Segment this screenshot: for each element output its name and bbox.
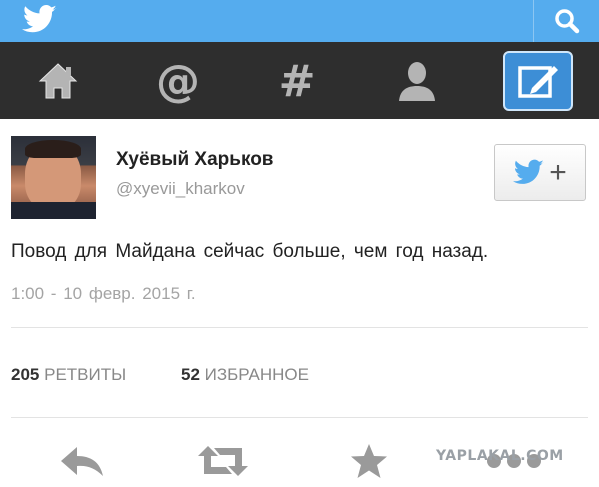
- author-handle[interactable]: @xyevii_kharkov: [116, 179, 245, 199]
- reply-button[interactable]: [52, 436, 112, 486]
- follow-plus: +: [549, 155, 567, 189]
- retweets-stat[interactable]: 205 РЕТВИТЫ: [11, 365, 126, 385]
- nav-discover[interactable]: #: [266, 52, 328, 110]
- favorites-count: 52: [181, 365, 200, 384]
- watermark: YAPLAKAL.COM: [436, 448, 564, 464]
- nav-profile[interactable]: [386, 52, 448, 110]
- follow-button[interactable]: +: [494, 144, 586, 201]
- nav-bar: @ #: [0, 42, 599, 119]
- divider: [11, 417, 588, 418]
- favorites-stat[interactable]: 52 ИЗБРАННОЕ: [181, 365, 309, 385]
- author-name[interactable]: Хуёвый Харьков: [116, 149, 274, 171]
- at-sign-icon: @: [156, 55, 200, 107]
- retweet-button[interactable]: [193, 436, 253, 486]
- home-icon: [38, 63, 78, 99]
- star-icon: [351, 444, 387, 478]
- retweet-icon: [198, 446, 248, 476]
- compose-icon: [518, 66, 558, 98]
- retweets-count: 205: [11, 365, 40, 384]
- profile-icon: [399, 62, 435, 101]
- nav-compose-button[interactable]: [503, 51, 573, 111]
- divider: [11, 327, 588, 328]
- hashtag-icon: #: [278, 55, 316, 107]
- reply-icon: [61, 447, 103, 476]
- twitter-bird-plus-icon: [513, 159, 544, 184]
- retweets-label: РЕТВИТЫ: [44, 365, 127, 384]
- avatar[interactable]: [11, 136, 96, 219]
- tweet-text: Повод для Майдана сейчас больше, чем год…: [11, 241, 489, 262]
- top-bar: [0, 0, 599, 42]
- search-button[interactable]: [533, 0, 599, 42]
- tweet-timestamp: 1:00 - 10 февр. 2015 г.: [11, 284, 196, 303]
- favorite-button[interactable]: [339, 436, 399, 486]
- nav-home[interactable]: [27, 52, 89, 110]
- search-icon: [554, 9, 579, 34]
- favorites-label: ИЗБРАННОЕ: [204, 365, 309, 384]
- nav-mentions[interactable]: @: [147, 52, 209, 110]
- twitter-bird-icon[interactable]: [22, 4, 58, 41]
